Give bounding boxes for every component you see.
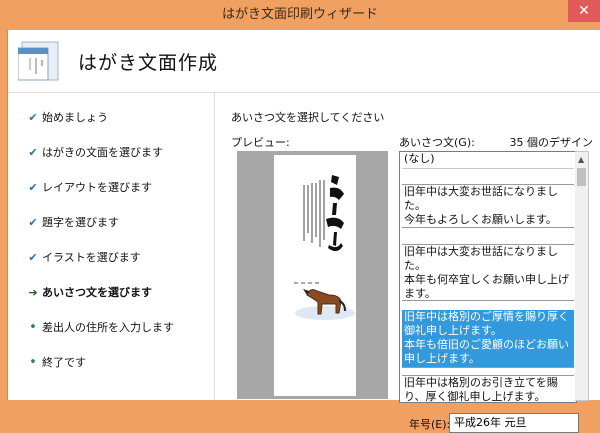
step-sender-address[interactable]: • 差出人の住所を入力します xyxy=(24,319,174,339)
step-label: 題字を選びます xyxy=(42,216,119,229)
step-label: 始めましょう xyxy=(42,111,108,124)
list-item-selected[interactable]: 旧年中は格別のご厚情を賜り厚く御礼申し上げます。 本年も倍旧のご愛顧のほどお願い… xyxy=(402,310,574,368)
postcard-wizard-icon xyxy=(18,41,59,81)
main-panel: あいさつ文を選択してください プレビュー: あいさつ文(G): 35 個のデザイ… xyxy=(215,93,600,433)
check-icon: ✔ xyxy=(28,146,38,159)
step-choose-layout-type[interactable]: ✔ はがきの文面を選びます xyxy=(24,144,163,164)
step-label: はがきの文面を選びます xyxy=(42,146,163,159)
arrow-right-icon: ➔ xyxy=(28,286,38,299)
design-count: 35 個のデザイン xyxy=(509,136,594,149)
greeting-label: あいさつ文(G): xyxy=(399,136,475,149)
check-icon: ✔ xyxy=(28,216,38,229)
wizard-window: はがき文面作成 ✔ 始めましょう ✔ はがきの文面を選びます ✔ レイアウトを選びます… xyxy=(7,30,600,433)
preview-label: プレビュー: xyxy=(231,136,290,149)
step-label: レイアウトを選びます xyxy=(42,181,152,194)
list-item[interactable]: 旧年中は大変お世話になりました。 本年も何卒宜しくお願い申し上げます。 xyxy=(402,244,574,301)
step-greeting[interactable]: ➔ あいさつ文を選びます xyxy=(24,284,152,304)
step-illustration[interactable]: ✔ イラストを選びます xyxy=(24,249,141,269)
list-item-none[interactable]: (なし) xyxy=(402,152,574,169)
list-item[interactable]: 旧年中は大変お世話になりました。 今年もよろしくお願いします。 xyxy=(402,184,574,228)
option-text: 旧年中は大変お世話になりました。 本年も何卒宜しくお願い申し上げます。 xyxy=(404,245,569,300)
step-label: 終了です xyxy=(42,356,86,369)
greeting-listbox[interactable]: (なし) 旧年中は大変お世話になりました。 今年もよろしくお願いします。 旧年中… xyxy=(399,151,577,403)
title-bar: はがき文面印刷ウィザード ✕ xyxy=(0,0,600,30)
option-text: 旧年中は格別のご厚情を賜り厚く御礼申し上げます。 本年も倍旧のご愛顧のほどお願い… xyxy=(404,310,569,365)
era-select[interactable]: 平成26年 元旦 xyxy=(449,413,579,433)
scrollbar-thumb[interactable] xyxy=(577,168,586,186)
step-label: あいさつ文を選びます xyxy=(42,286,152,299)
list-scrollbar[interactable]: ▲ xyxy=(575,151,589,401)
bullet-icon: • xyxy=(29,355,37,370)
check-icon: ✔ xyxy=(28,181,38,194)
bullet-icon: • xyxy=(29,320,37,335)
instruction-text: あいさつ文を選択してください xyxy=(231,111,385,124)
check-icon: ✔ xyxy=(28,251,38,264)
option-text: 旧年中は格別のお引き立てを賜り、厚く御礼申し上げます。 本年も倍旧のご指導のほど… xyxy=(404,376,558,403)
chevron-up-icon[interactable]: ▲ xyxy=(578,155,584,164)
wizard-steps: ✔ 始めましょう ✔ はがきの文面を選びます ✔ レイアウトを選びます ✔ 題字を選びま… xyxy=(8,93,215,400)
wizard-header: はがき文面作成 xyxy=(8,30,600,93)
page-title: はがき文面作成 xyxy=(78,52,219,74)
preview-area xyxy=(237,151,388,399)
postcard-preview xyxy=(274,155,356,396)
step-title-text[interactable]: ✔ 題字を選びます xyxy=(24,214,119,234)
step-finish[interactable]: • 終了です xyxy=(24,354,86,374)
step-label: イラストを選びます xyxy=(42,251,141,264)
postcard-illustration xyxy=(294,175,355,320)
step-layout[interactable]: ✔ レイアウトを選びます xyxy=(24,179,152,199)
window-title: はがき文面印刷ウィザード xyxy=(221,7,378,22)
list-item[interactable]: 旧年中は格別のお引き立てを賜り、厚く御礼申し上げます。 本年も倍旧のご指導のほど… xyxy=(402,375,574,403)
step-start[interactable]: ✔ 始めましょう xyxy=(24,109,108,129)
close-button[interactable]: ✕ xyxy=(568,0,600,22)
check-icon: ✔ xyxy=(28,111,38,124)
option-text: 旧年中は大変お世話になりました。 今年もよろしくお願いします。 xyxy=(404,185,558,226)
step-label: 差出人の住所を入力します xyxy=(42,321,174,334)
era-label: 年号(E): xyxy=(409,418,451,431)
